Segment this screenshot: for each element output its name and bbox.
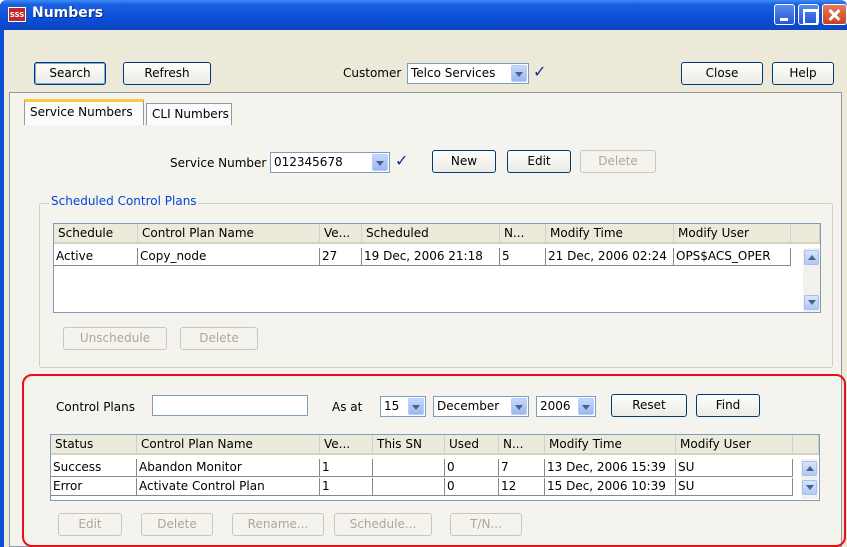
column-header[interactable]: Control Plan Name xyxy=(138,224,320,244)
scheduled-table[interactable]: Schedule Control Plan Name Ve... Schedul… xyxy=(53,223,821,313)
tab-service-numbers[interactable]: Service Numbers xyxy=(24,99,144,125)
table-cell: Active xyxy=(54,248,138,266)
scheduled-control-plans-title: Scheduled Control Plans xyxy=(49,194,199,208)
delete-button[interactable]: Delete xyxy=(580,150,656,173)
chevron-down-icon[interactable] xyxy=(372,154,388,171)
table-cell: 27 xyxy=(320,248,362,266)
table-cell: 21 Dec, 2006 02:24 xyxy=(546,248,674,266)
highlight-box xyxy=(22,374,846,547)
app-icon: SSS xyxy=(8,7,26,22)
edit-button[interactable]: Edit xyxy=(507,150,571,173)
service-number-select[interactable]: 012345678 xyxy=(270,152,390,173)
close-window-icon[interactable] xyxy=(822,4,847,25)
column-header[interactable]: N... xyxy=(500,224,546,244)
search-button[interactable]: Search xyxy=(34,62,106,85)
table-cell: OPS$ACS_OPER xyxy=(674,248,791,266)
scroll-down-icon[interactable] xyxy=(804,295,819,310)
scrollbar[interactable] xyxy=(803,248,820,312)
refresh-button[interactable]: Refresh xyxy=(123,62,211,85)
window-title: Numbers xyxy=(32,5,104,21)
column-header[interactable]: Modify Time xyxy=(546,224,674,244)
help-button[interactable]: Help xyxy=(772,62,834,85)
column-header[interactable]: Schedule xyxy=(54,224,138,244)
column-header[interactable]: Scheduled xyxy=(362,224,500,244)
column-header[interactable]: Modify User xyxy=(674,224,791,244)
new-button[interactable]: New xyxy=(432,150,496,173)
table-cell: Copy_node xyxy=(138,248,320,266)
close-button[interactable]: Close xyxy=(681,62,763,85)
service-number-value: 012345678 xyxy=(274,155,343,169)
title-bar: SSS Numbers xyxy=(0,0,847,30)
customer-label: Customer xyxy=(343,66,402,80)
maximize-icon[interactable] xyxy=(798,4,819,25)
chevron-down-icon[interactable] xyxy=(511,65,527,82)
scroll-up-icon[interactable] xyxy=(804,250,819,265)
service-number-label: Service Number xyxy=(170,156,267,170)
tab-cli-numbers[interactable]: CLI Numbers xyxy=(146,103,232,125)
table-cell: 5 xyxy=(500,248,546,266)
checkmark-icon: ✓ xyxy=(395,151,409,170)
customer-value: Telco Services xyxy=(411,66,496,80)
column-header[interactable]: Ve... xyxy=(320,224,362,244)
delete-schedule-button[interactable]: Delete xyxy=(180,327,258,350)
checkmark-icon: ✓ xyxy=(533,62,547,81)
customer-select[interactable]: Telco Services xyxy=(407,63,529,84)
unschedule-button[interactable]: Unschedule xyxy=(63,327,167,350)
minimize-icon[interactable] xyxy=(774,4,795,25)
column-header-filler xyxy=(791,224,820,244)
table-cell: 19 Dec, 2006 21:18 xyxy=(362,248,500,266)
